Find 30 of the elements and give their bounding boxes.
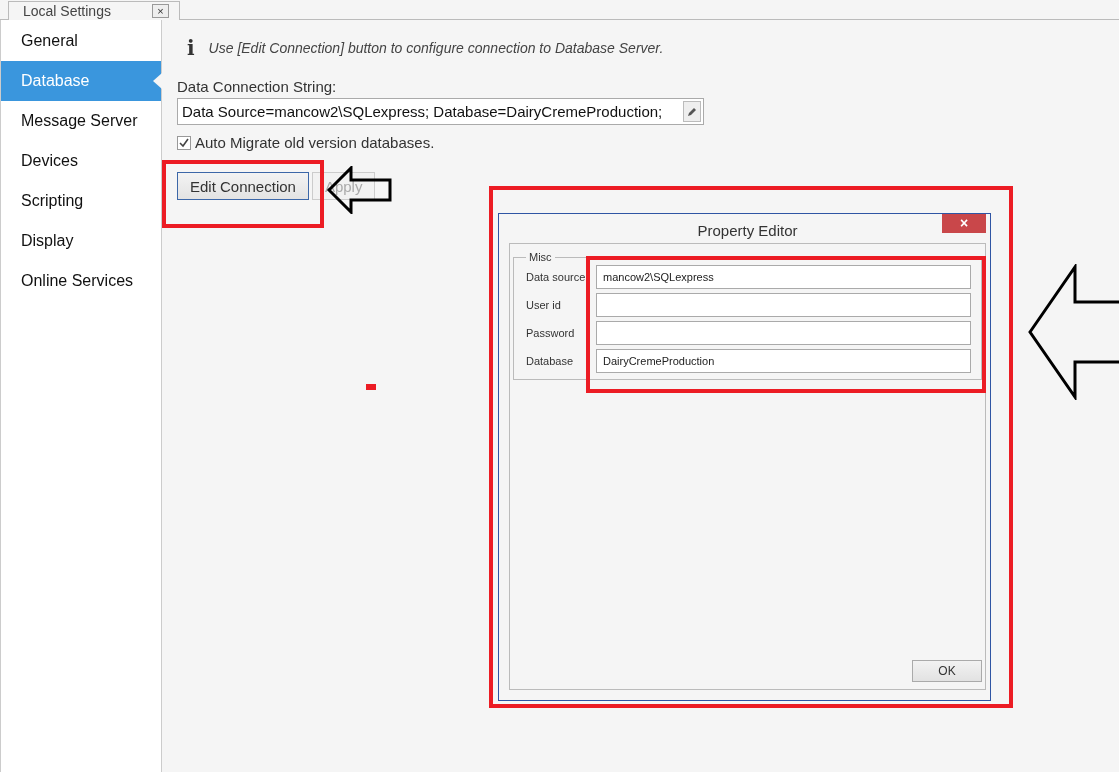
property-label: Data source <box>526 271 587 283</box>
sidebar-item[interactable]: General <box>1 21 161 61</box>
info-text: Use [Edit Connection] button to configure connection to Database Server. <box>208 40 664 56</box>
property-field[interactable]: DairyCremeProduction <box>596 349 971 373</box>
arrow-icon <box>1027 264 1119 400</box>
group-legend: Misc <box>526 251 555 263</box>
sidebar-item[interactable]: Display <box>1 221 161 261</box>
field-label: Data Connection String: <box>177 78 338 95</box>
property-field[interactable] <box>596 321 971 345</box>
info-icon: i <box>187 36 195 60</box>
tab-title: Local Settings <box>23 4 111 18</box>
tab-close-button[interactable]: × <box>152 4 169 18</box>
close-button[interactable]: × <box>942 214 986 233</box>
property-field[interactable] <box>596 293 971 317</box>
property-label: User id <box>526 299 562 311</box>
sidebar-item[interactable]: Message Server <box>1 101 161 141</box>
dialog-title: Property Editor <box>697 222 798 239</box>
pencil-icon[interactable] <box>683 101 701 122</box>
property-label: Password <box>526 327 576 339</box>
sidebar-item[interactable]: Scripting <box>1 181 161 221</box>
document-tab[interactable]: Local Settings × <box>8 1 180 20</box>
ok-button[interactable]: OK <box>912 660 982 682</box>
checkbox-label: Auto Migrate old version databases. <box>195 134 435 151</box>
edit-connection-button[interactable]: Edit Connection <box>177 172 309 200</box>
sidebar-item[interactable]: Devices <box>1 141 161 181</box>
checkbox[interactable] <box>177 135 191 150</box>
property-field[interactable]: mancow2\SQLexpress <box>596 265 971 289</box>
property-label: Database <box>526 355 575 367</box>
sidebar-item[interactable]: Online Services <box>1 261 161 301</box>
connection-string-field[interactable]: Data Source=mancow2\SQLexpress; Database=DairyCremeProduction; <box>177 98 704 125</box>
